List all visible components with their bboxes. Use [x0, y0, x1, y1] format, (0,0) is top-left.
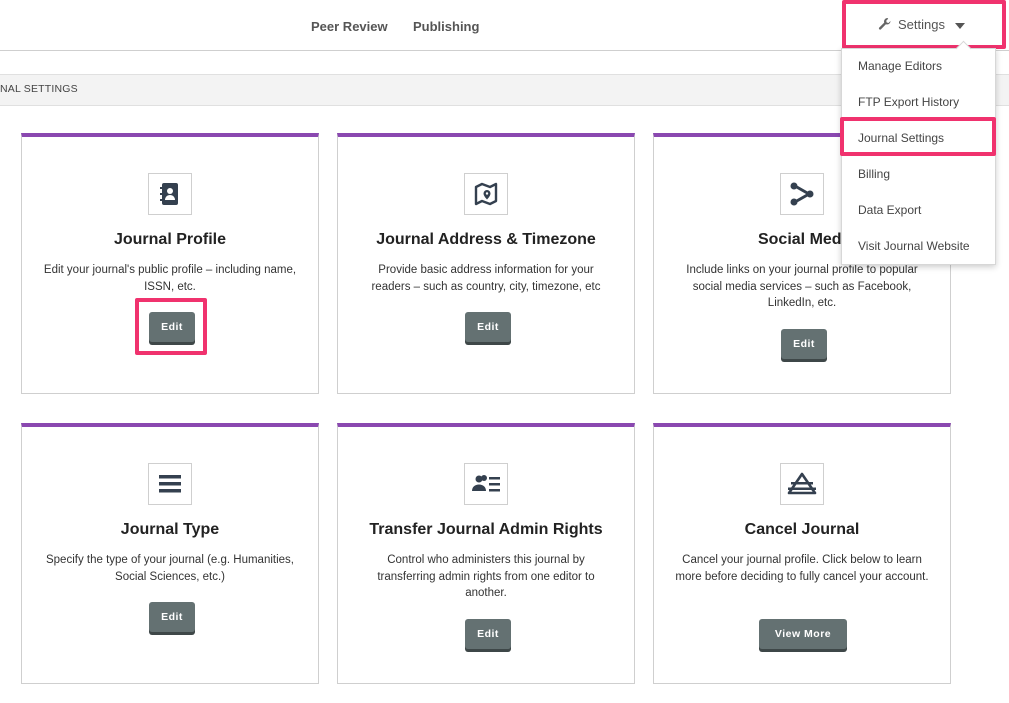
users-list-icon — [464, 463, 508, 505]
card-description: Control who administers this journal by … — [377, 554, 595, 599]
menu-item-visit-journal-website[interactable]: Visit Journal Website — [858, 239, 970, 253]
top-navigation-bar: Peer Review Publishing Settings — [0, 0, 1009, 51]
card-title: Transfer Journal Admin Rights — [369, 521, 603, 538]
edit-transfer-admin-button[interactable]: Edit — [465, 619, 511, 649]
card-journal-type: Journal Type Specify the type of your jo… — [21, 423, 319, 684]
card-cancel-journal: Cancel Journal Cancel your journal profi… — [653, 423, 951, 684]
card-description: Provide basic address information for yo… — [371, 264, 601, 293]
card-description: Edit your journal's public profile – inc… — [43, 264, 297, 293]
share-icon — [780, 173, 824, 215]
nav-peer-review[interactable]: Peer Review — [311, 19, 388, 34]
card-title: Cancel Journal — [744, 521, 860, 538]
chevron-down-icon — [954, 22, 965, 29]
map-pin-icon — [464, 173, 508, 215]
settings-menu-button[interactable]: Settings — [878, 17, 965, 34]
card-title: Journal Address & Timezone — [376, 231, 596, 248]
contact-book-icon — [148, 173, 192, 215]
card-description: Specify the type of your journal (e.g. H… — [45, 554, 294, 583]
edit-journal-profile-button[interactable]: Edit — [149, 312, 195, 342]
nav-publishing[interactable]: Publishing — [413, 19, 479, 34]
menu-item-billing[interactable]: Billing — [858, 167, 890, 181]
view-more-button[interactable]: View More — [759, 619, 847, 649]
card-journal-profile: Journal Profile Edit your journal's publ… — [21, 133, 319, 394]
wrench-icon — [878, 17, 892, 34]
card-journal-address: Journal Address & Timezone Provide basic… — [337, 133, 635, 394]
menu-item-ftp-export-history[interactable]: FTP Export History — [858, 95, 959, 109]
list-icon — [148, 463, 192, 505]
eject-icon — [780, 463, 824, 505]
card-title: Journal Profile — [113, 231, 227, 248]
card-title: Journal Type — [120, 521, 220, 538]
menu-item-manage-editors[interactable]: Manage Editors — [858, 59, 942, 73]
menu-item-data-export[interactable]: Data Export — [858, 203, 921, 217]
card-transfer-admin: Transfer Journal Admin Rights Control wh… — [337, 423, 635, 684]
settings-dropdown-menu: Manage Editors FTP Export History Journa… — [841, 40, 996, 265]
edit-journal-type-button[interactable]: Edit — [149, 602, 195, 632]
card-description: Cancel your journal profile. Click below… — [675, 554, 929, 583]
section-title: NAL SETTINGS — [0, 83, 78, 95]
edit-address-button[interactable]: Edit — [465, 312, 511, 342]
settings-label: Settings — [898, 17, 945, 32]
edit-social-media-button[interactable]: Edit — [781, 329, 827, 359]
menu-item-journal-settings[interactable]: Journal Settings — [858, 131, 944, 145]
card-description: Include links on your journal profile to… — [686, 264, 918, 309]
